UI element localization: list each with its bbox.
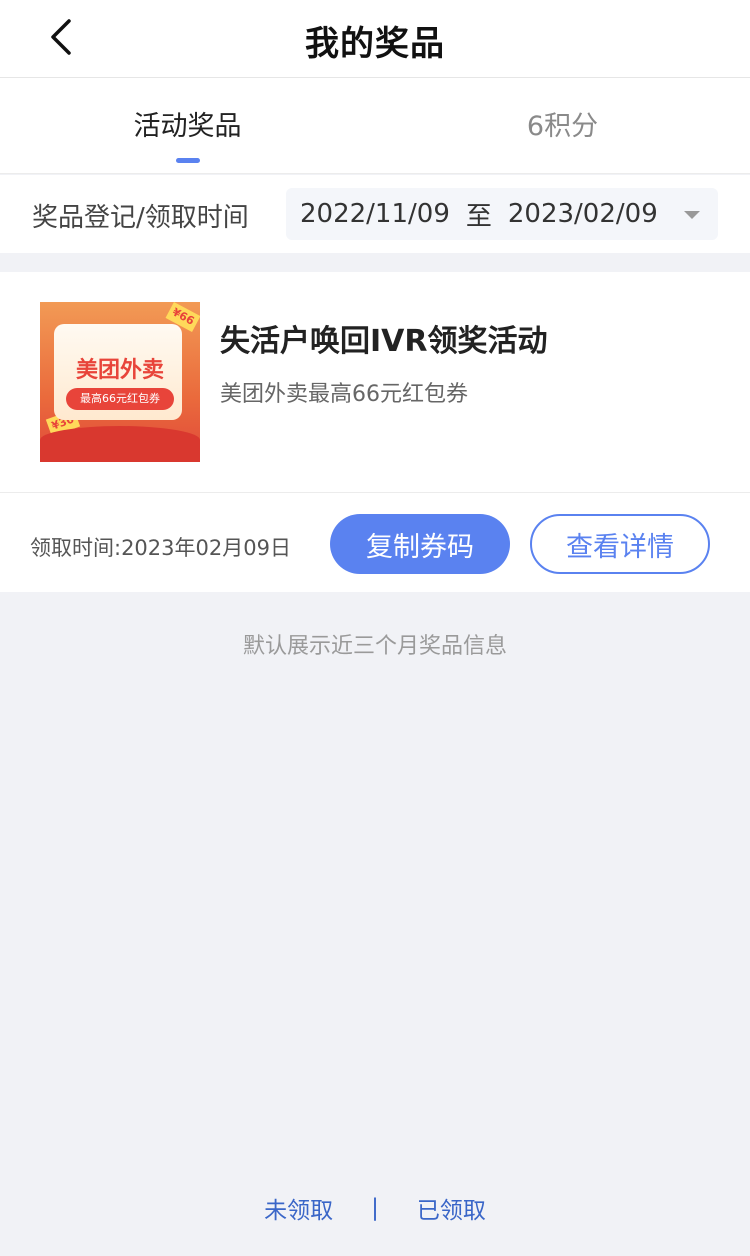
date-range-picker[interactable]: 2022/11/09 至 2023/02/09: [286, 188, 718, 240]
end-date: 2023/02/09: [507, 199, 658, 229]
view-details-button[interactable]: 查看详情: [530, 514, 710, 574]
claimed-link[interactable]: 已领取: [417, 1191, 486, 1225]
prize-image-badge: 最高66元红包券: [66, 388, 174, 410]
tab-active-indicator: [176, 158, 200, 163]
prize-title: 失活户唤回IVR领奖活动: [220, 324, 548, 359]
prize-card: ¥66 ¥30 美团外卖 最高66元红包券 失活户唤回IVR领奖活动 美团外卖最…: [0, 272, 750, 592]
card-divider: [0, 492, 750, 493]
link-divider: |: [371, 1195, 379, 1221]
start-date: 2022/11/09: [300, 199, 450, 229]
notice-text: 默认展示近三个月奖品信息: [242, 634, 507, 659]
date-filter-row: 奖品登记/领取时间 2022/11/09 至 2023/02/09: [0, 175, 750, 253]
caret-down-icon: [684, 211, 700, 219]
page-title: 我的奖品: [305, 24, 445, 64]
prize-image[interactable]: ¥66 ¥30 美团外卖 最高66元红包券: [40, 302, 200, 462]
nav-bar: 我的奖品: [0, 0, 750, 78]
receive-time: 领取时间:2023年02月09日: [30, 536, 291, 560]
tab-points[interactable]: 6积分: [375, 78, 750, 174]
unclaimed-link[interactable]: 未领取: [264, 1191, 333, 1225]
copy-code-button[interactable]: 复制券码: [330, 514, 510, 574]
prize-description: 美团外卖最高66元红包券: [220, 382, 468, 407]
date-separator: 至: [465, 201, 492, 232]
tab-bar: 活动奖品 6积分: [0, 78, 750, 174]
red-envelope-pocket: [40, 426, 200, 462]
filter-label: 奖品登记/领取时间: [32, 203, 249, 233]
claim-status-links: 未领取 | 已领取: [0, 1192, 750, 1224]
prize-image-brand: 美团外卖: [75, 358, 164, 383]
